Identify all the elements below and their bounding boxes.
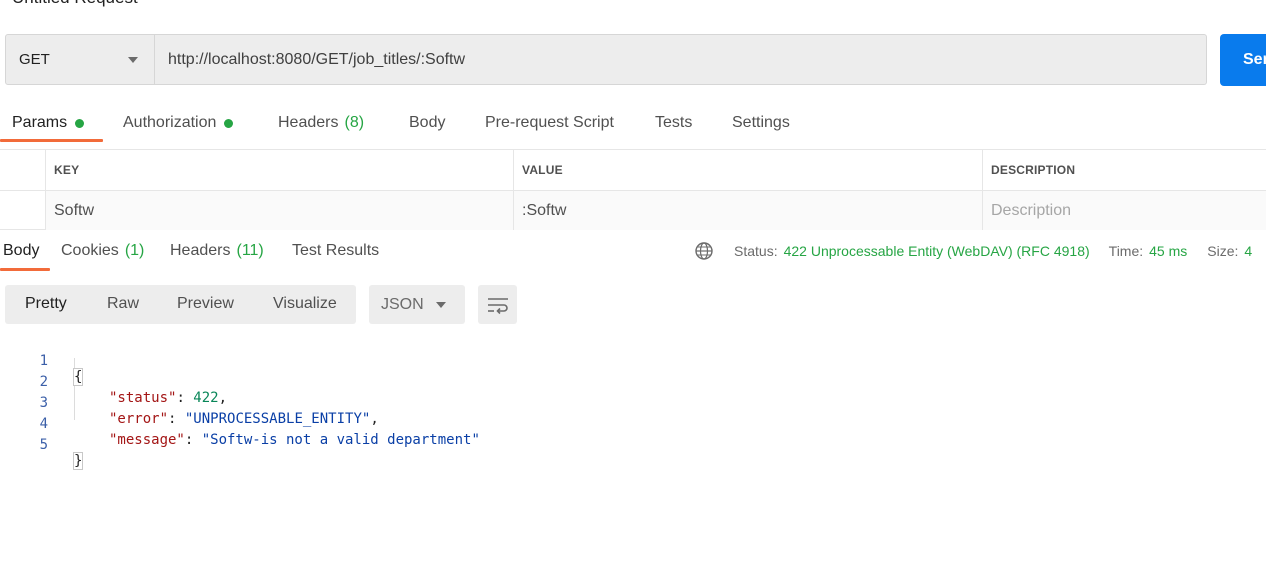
send-button[interactable]: Send [1220,34,1266,86]
params-table: KEY VALUE DESCRIPTION Softw :Softw Descr… [0,149,1266,230]
wrap-lines-icon [487,297,508,314]
column-header-value: VALUE [513,150,983,190]
tab-settings[interactable]: Settings [732,104,790,142]
chevron-down-icon [436,302,446,308]
status-value[interactable]: 422 Unprocessable Entity (WebDAV) (RFC 4… [784,243,1090,259]
tab-headers[interactable]: Headers (8) [278,104,364,142]
line-number: 5 [39,437,48,453]
code-line: 1 { [0,337,700,386]
request-tabs: Params Authorization Headers (8) Body Pr… [0,104,1266,144]
code-line: 3 "error": "UNPROCESSABLE_ENTITY", [0,379,700,427]
param-key-input[interactable]: Softw [45,191,514,230]
tab-label: Headers [278,114,339,131]
active-tab-underline [0,268,50,271]
time-label: Time: [1108,243,1144,259]
tab-test-results[interactable]: Test Results [292,234,379,268]
wrap-lines-button[interactable] [478,285,517,324]
size-value[interactable]: 4 [1244,243,1252,259]
active-indicator-dot [224,118,234,128]
tab-label: Authorization [123,114,217,131]
tab-count: (8) [344,114,365,131]
request-title[interactable]: Untitled Request [12,0,138,8]
chevron-down-icon [128,57,138,63]
response-meta: Status: 422 Unprocessable Entity (WebDAV… [694,234,1252,268]
table-row: Softw :Softw Description [0,190,1266,230]
response-tabs: Body Cookies (1) Headers (11) Test Resul… [0,234,1266,272]
active-indicator-dot [75,118,85,128]
tab-pre-request-script[interactable]: Pre-request Script [485,104,614,142]
tab-response-body[interactable]: Body [3,234,39,268]
mode-pretty[interactable]: Pretty [25,295,67,313]
active-tab-underline [0,139,103,142]
column-header-key: KEY [45,150,514,190]
close-brace: } [72,452,84,470]
tab-count: (11) [236,242,264,259]
view-mode-segmented-control: Pretty Raw Preview Visualize [5,285,356,324]
table-header-row: KEY VALUE DESCRIPTION [0,150,1266,190]
method-select[interactable]: GET [5,34,155,85]
tab-count: (1) [124,242,145,259]
status-label: Status: [734,243,778,259]
row-gutter[interactable] [0,191,45,230]
tab-params[interactable]: Params [12,104,85,142]
mode-raw[interactable]: Raw [107,295,139,313]
code-line: 2 "status": 422, [0,358,700,406]
method-label: GET [19,51,50,68]
size-label: Size: [1207,243,1239,259]
tab-label: Headers [170,242,231,259]
code-line: 4 "message": "Softw-is not a valid depar… [0,400,700,448]
language-select[interactable]: JSON [369,285,465,324]
code-line: 5 } [0,421,700,470]
language-label: JSON [381,295,424,313]
mode-visualize[interactable]: Visualize [273,295,337,313]
param-description-input[interactable]: Description [982,191,1266,230]
url-input[interactable]: http://localhost:8080/GET/job_titles/:So… [155,34,1207,85]
tab-label: Params [12,114,68,131]
tab-label: Cookies [61,242,119,259]
tab-authorization[interactable]: Authorization [123,104,234,142]
param-value-input[interactable]: :Softw [513,191,983,230]
time-value[interactable]: 45 ms [1149,243,1187,259]
tab-response-headers[interactable]: Headers (11) [170,234,264,268]
tab-cookies[interactable]: Cookies (1) [61,234,144,268]
tab-tests[interactable]: Tests [655,104,692,142]
column-header-description: DESCRIPTION [982,150,1266,190]
mode-preview[interactable]: Preview [177,295,234,313]
tab-body[interactable]: Body [409,104,445,142]
globe-icon[interactable] [694,241,714,261]
row-gutter [0,150,45,190]
